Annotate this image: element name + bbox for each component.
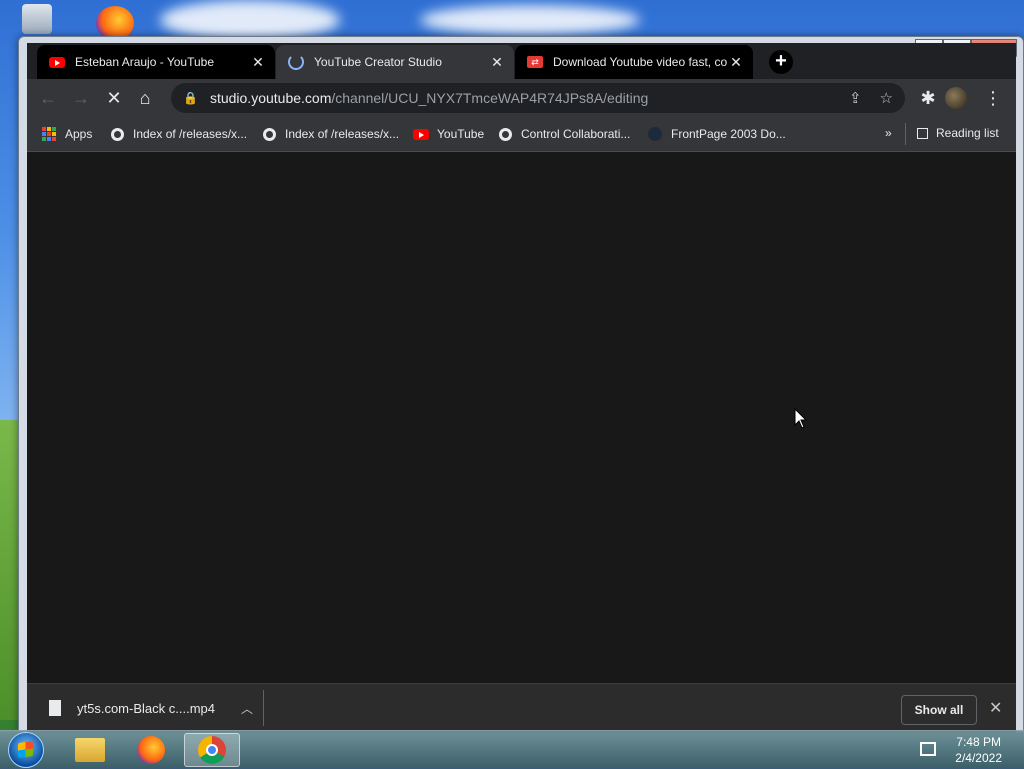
chrome-icon bbox=[198, 736, 226, 764]
profile-avatar[interactable] bbox=[945, 87, 967, 109]
loading-spinner-icon bbox=[288, 54, 304, 70]
system-clock[interactable]: 7:48 PM 2/4/2022 bbox=[955, 734, 1002, 766]
stop-loading-icon[interactable]: ✕ bbox=[103, 87, 125, 109]
browser-window: ▁ ❐ ✕ Esteban Araujo - YouTube ✕ YouTube… bbox=[18, 36, 1024, 732]
desktop-cloud bbox=[160, 0, 340, 40]
taskbar-chrome[interactable] bbox=[184, 733, 240, 767]
reading-list-label: Reading list bbox=[936, 126, 999, 140]
reading-list-icon bbox=[917, 127, 928, 139]
close-tab-icon[interactable]: ✕ bbox=[249, 54, 267, 71]
download-shelf: yt5s.com-Black c....mp4 ︿ Show all ✕ bbox=[27, 683, 1016, 732]
bookmark-index-releases-2[interactable]: Index of /releases/x... bbox=[261, 126, 399, 142]
bookmark-star-icon[interactable]: ☆ bbox=[880, 89, 893, 107]
bookmark-label: FrontPage 2003 Do... bbox=[671, 127, 786, 141]
lock-icon[interactable]: 🔒 bbox=[183, 91, 198, 105]
start-button[interactable] bbox=[6, 731, 46, 769]
firefox-icon bbox=[137, 736, 165, 764]
windows-logo-icon bbox=[8, 732, 44, 768]
youtube-icon bbox=[49, 54, 65, 70]
download-item[interactable]: yt5s.com-Black c....mp4 ︿ bbox=[37, 684, 267, 732]
back-arrow-icon[interactable]: ← bbox=[37, 87, 59, 109]
folder-icon bbox=[75, 738, 105, 762]
address-bar[interactable]: 🔒 studio.youtube.com/channel/UCU_NYX7Tmc… bbox=[171, 83, 905, 113]
url-path: /channel/UCU_NYX7TmceWAP4R74JPs8A/editin… bbox=[331, 90, 649, 106]
clock-time: 7:48 PM bbox=[956, 735, 1001, 749]
tab-esteban-youtube[interactable]: Esteban Araujo - YouTube ✕ bbox=[37, 45, 275, 79]
taskbar: 7:48 PM 2/4/2022 bbox=[0, 730, 1024, 769]
url-host: studio.youtube.com bbox=[209, 90, 332, 106]
show-all-button[interactable]: Show all bbox=[901, 695, 977, 725]
file-icon bbox=[49, 700, 61, 716]
download-filename: yt5s.com-Black c....mp4 bbox=[77, 700, 215, 716]
extensions-puzzle-icon[interactable]: ✱ bbox=[917, 87, 939, 109]
tab-strip: Esteban Araujo - YouTube ✕ YouTube Creat… bbox=[27, 43, 1016, 79]
bookmark-youtube[interactable]: YouTube bbox=[413, 126, 484, 142]
tab-title: Esteban Araujo - YouTube bbox=[75, 55, 214, 69]
bookmark-label: Apps bbox=[65, 127, 93, 141]
close-download-shelf-icon[interactable]: ✕ bbox=[989, 698, 1002, 718]
new-tab-button[interactable]: + bbox=[769, 50, 793, 74]
close-tab-icon[interactable]: ✕ bbox=[727, 54, 745, 71]
bookmarks-divider bbox=[905, 123, 906, 145]
download-separator bbox=[263, 690, 264, 726]
bookmarks-overflow-button[interactable]: » bbox=[885, 126, 892, 140]
network-tray-icon[interactable] bbox=[920, 742, 936, 756]
forward-arrow-icon[interactable]: → bbox=[70, 87, 92, 109]
close-tab-icon[interactable]: ✕ bbox=[488, 54, 506, 71]
site-icon bbox=[647, 126, 663, 142]
recycle-bin-icon[interactable] bbox=[22, 4, 52, 34]
download-site-icon: ⇄ bbox=[527, 54, 543, 70]
page-content-loading bbox=[27, 152, 1016, 683]
home-icon[interactable]: ⌂ bbox=[134, 87, 156, 109]
bookmark-label: YouTube bbox=[437, 127, 485, 141]
desktop-cloud bbox=[420, 5, 640, 35]
toolbar: ← → ✕ ⌂ 🔒 studio.youtube.com/channel/UCU… bbox=[27, 79, 1016, 117]
tab-title: YouTube Creator Studio bbox=[314, 55, 442, 69]
firefox-desktop-icon[interactable] bbox=[96, 6, 134, 40]
tab-title: Download Youtube video fast, co bbox=[553, 55, 727, 69]
bookmark-label: Control Collaborati... bbox=[521, 127, 631, 141]
globe-icon bbox=[109, 126, 125, 142]
chrome-browser: Esteban Araujo - YouTube ✕ YouTube Creat… bbox=[27, 43, 1016, 732]
clock-date: 2/4/2022 bbox=[955, 751, 1002, 765]
mouse-cursor-icon bbox=[794, 408, 808, 429]
chevron-up-icon[interactable]: ︿ bbox=[241, 700, 253, 717]
bookmark-control-collaboration[interactable]: Control Collaborati... bbox=[497, 126, 630, 142]
taskbar-explorer[interactable] bbox=[62, 733, 118, 767]
bookmark-frontpage[interactable]: FrontPage 2003 Do... bbox=[647, 126, 786, 142]
chevron-double-right-icon: » bbox=[885, 126, 892, 140]
omnibox-actions: ⇪ ☆ bbox=[849, 89, 893, 107]
globe-icon bbox=[261, 126, 277, 142]
bookmark-label: Index of /releases/x... bbox=[133, 127, 248, 141]
bookmarks-bar: Apps Index of /releases/x... Index of /r… bbox=[27, 117, 1016, 152]
youtube-icon bbox=[413, 126, 429, 142]
reading-list-button[interactable]: Reading list bbox=[917, 126, 999, 140]
tab-download-youtube[interactable]: ⇄ Download Youtube video fast, co ✕ bbox=[515, 45, 753, 79]
menu-kebab-icon[interactable]: ⋮ bbox=[982, 87, 1004, 109]
tab-creator-studio[interactable]: YouTube Creator Studio ✕ bbox=[276, 45, 514, 79]
bookmark-index-releases-1[interactable]: Index of /releases/x... bbox=[109, 126, 247, 142]
bookmark-label: Index of /releases/x... bbox=[285, 127, 400, 141]
bookmark-apps[interactable]: Apps bbox=[41, 126, 92, 142]
share-icon[interactable]: ⇪ bbox=[849, 89, 862, 107]
globe-icon bbox=[497, 126, 513, 142]
apps-grid-icon bbox=[41, 126, 57, 142]
taskbar-firefox[interactable] bbox=[123, 733, 179, 767]
